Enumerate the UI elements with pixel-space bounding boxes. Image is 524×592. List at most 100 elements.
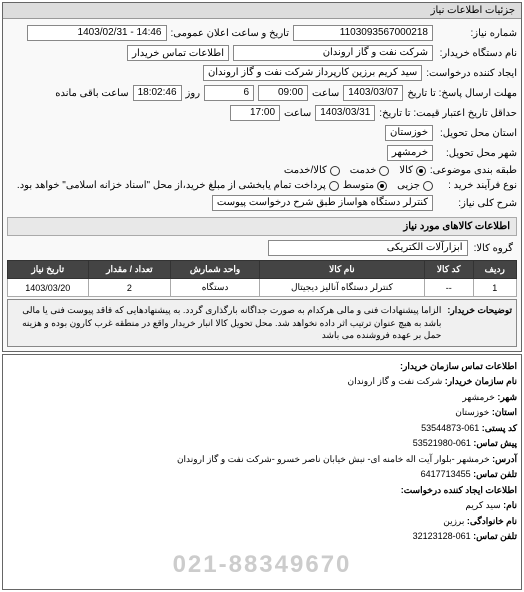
- radio-dot-icon: [377, 181, 387, 191]
- purchase-note-text: پرداخت تمام یابخشی از مبلغ خرید،از محل "…: [17, 180, 326, 191]
- phone-label: پیش تماس:: [473, 438, 517, 448]
- validity-label: حداقل تاریخ اعتبار قیمت: تا تاریخ:: [379, 108, 517, 119]
- deadline-date: 1403/03/07: [343, 85, 403, 101]
- row-deadline: مهلت ارسال پاسخ: تا تاریخ 1403/03/07 ساع…: [7, 83, 517, 103]
- table-header-row: ردیف کد کالا نام کالا واحد شمارش تعداد /…: [8, 261, 517, 279]
- items-section-header: اطلاعات کالاهای مورد نیاز: [7, 217, 517, 236]
- city-value: خرمشهر: [462, 392, 495, 402]
- lastname-value: برزین: [443, 516, 464, 526]
- radio-medium-label: متوسط: [343, 180, 374, 191]
- purchase-note-check: پرداخت تمام یابخشی از مبلغ خرید،از محل "…: [17, 180, 339, 191]
- announce-date-label: تاریخ و ساعت اعلان عمومی:: [171, 28, 290, 39]
- purchase-type-label: نوع فرآیند خرید :: [437, 180, 517, 191]
- validity-time: 17:00: [230, 105, 280, 121]
- row-delivery-city: شهر محل تحویل: خرمشهر: [7, 143, 517, 163]
- purchase-type-radio-group: جزیی متوسط: [343, 180, 433, 191]
- radio-both-label: کالا/خدمت: [284, 165, 327, 176]
- td-qty: 2: [88, 279, 171, 297]
- items-table: ردیف کد کالا نام کالا واحد شمارش تعداد /…: [7, 260, 517, 297]
- row-validity: حداقل تاریخ اعتبار قیمت: تا تاریخ: 1403/…: [7, 103, 517, 123]
- contact-address: آدرس: خرمشهر -بلوار آیت اله خامنه ای- نب…: [7, 452, 517, 468]
- request-no-value: 1103093567000218: [293, 25, 433, 41]
- notes-label: توضیحات خریدار:: [441, 304, 512, 342]
- row-request-no: شماره نیاز: 1103093567000218 تاریخ و ساع…: [7, 23, 517, 43]
- panel-title: جزئیات اطلاعات نیاز: [3, 3, 521, 19]
- buyer-contact-button[interactable]: اطلاعات تماس خریدار: [127, 45, 229, 61]
- row-buyer-org: نام دستگاه خریدار: شرکت نفت و گاز اروندا…: [7, 43, 517, 63]
- day-label: روز: [186, 88, 201, 99]
- row-grouping: طبقه بندی موضوعی: کالا خدمت کالا/خدمت: [7, 163, 517, 178]
- th-row: ردیف: [473, 261, 516, 279]
- contact-org: نام سازمان خریدار: شرکت نفت و گاز اروندا…: [7, 374, 517, 390]
- row-delivery-province: استان محل تحویل: خوزستان: [7, 123, 517, 143]
- radio-dot-icon: [329, 181, 339, 191]
- goods-group-value: ابزارآلات الکتریکی: [268, 240, 468, 256]
- org-name-value: شرکت نفت و گاز اروندان: [347, 376, 442, 386]
- radio-service[interactable]: خدمت: [350, 165, 390, 176]
- row-goods-group: گروه کالا: ابزارآلات الکتریکی: [7, 238, 517, 258]
- delivery-province-label: استان محل تحویل:: [437, 128, 517, 139]
- radio-small[interactable]: جزیی: [397, 180, 433, 191]
- th-name: نام کالا: [259, 261, 424, 279]
- radio-goods-label: کالا: [399, 165, 413, 176]
- table-row: 1 -- کنترلر دستگاه آنالیز دیجیتال دستگاه…: [8, 279, 517, 297]
- td-code: --: [424, 279, 473, 297]
- creator-phone-label: تلفن تماس:: [473, 531, 517, 541]
- lastname-label: نام خانوادگی:: [467, 516, 517, 526]
- grouping-radio-group: کالا خدمت کالا/خدمت: [284, 165, 426, 176]
- th-date: تاریخ نیاز: [8, 261, 89, 279]
- creator-lastname: نام خانوادگی: برزین: [7, 514, 517, 530]
- deadline-time: 09:00: [258, 85, 308, 101]
- th-code: کد کالا: [424, 261, 473, 279]
- province-label: استان:: [492, 407, 517, 417]
- delivery-city-value: خرمشهر: [387, 145, 433, 161]
- province-value: خوزستان: [455, 407, 489, 417]
- creator-phone-value: 061-32123128: [413, 531, 471, 541]
- radio-dot-icon: [330, 166, 340, 176]
- td-name: کنترلر دستگاه آنالیز دیجیتال: [259, 279, 424, 297]
- contact-province: استان: خوزستان: [7, 405, 517, 421]
- radio-both[interactable]: کالا/خدمت: [284, 165, 340, 176]
- city-label: شهر:: [497, 392, 517, 402]
- name-label: نام:: [503, 500, 517, 510]
- td-unit: دستگاه: [171, 279, 260, 297]
- announce-date-value: 14:46 - 1403/02/31: [27, 25, 167, 41]
- days-remaining: 6: [204, 85, 254, 101]
- creator-section-title: اطلاعات ایجاد کننده درخواست:: [7, 483, 517, 499]
- contact-postal: کد پستی: 061-53544873: [7, 421, 517, 437]
- address-label: آدرس:: [492, 454, 517, 464]
- org-name-label: نام سازمان خریدار:: [445, 376, 517, 386]
- buyer-notes: توضیحات خریدار: الزاما پیشنهادات فنی و م…: [7, 299, 517, 347]
- contact-section: اطلاعات تماس سازمان خریدار: نام سازمان خ…: [2, 354, 522, 590]
- radio-dot-icon: [423, 181, 433, 191]
- radio-dot-icon: [379, 166, 389, 176]
- grouping-label: طبقه بندی موضوعی:: [430, 165, 517, 176]
- contact-fax: تلفن تماس: 6417713455: [7, 467, 517, 483]
- general-desc-label: شرح کلی نیاز:: [437, 198, 517, 209]
- creator-phone: تلفن تماس: 061-32123128: [7, 529, 517, 545]
- th-qty: تعداد / مقدار: [88, 261, 171, 279]
- td-date: 1403/03/20: [8, 279, 89, 297]
- creator-name: نام: سید کریم: [7, 498, 517, 514]
- address-value: خرمشهر -بلوار آیت اله خامنه ای- نبش خیاب…: [177, 454, 490, 464]
- time-label-2: ساعت: [284, 108, 311, 119]
- notes-text: الزاما پیشنهادات فنی و مالی هرکدام به صو…: [12, 304, 441, 342]
- postal-value: 061-53544873: [421, 423, 479, 433]
- time-remaining: 18:02:46: [133, 85, 182, 101]
- request-no-label: شماره نیاز:: [437, 28, 517, 39]
- goods-group-label: گروه کالا:: [474, 243, 513, 254]
- radio-goods[interactable]: کالا: [399, 165, 426, 176]
- creator-value: سید کریم برزین کارپرداز شرکت نفت و گاز ا…: [203, 65, 422, 81]
- creator-label: ایجاد کننده درخواست:: [426, 68, 517, 79]
- radio-dot-icon: [416, 166, 426, 176]
- validity-date: 1403/03/31: [315, 105, 375, 121]
- postal-label: کد پستی:: [482, 423, 517, 433]
- name-value: سید کریم: [465, 500, 500, 510]
- time-remaining-label: ساعت باقی مانده: [55, 88, 128, 99]
- row-general-desc: شرح کلی نیاز: کنترلر دستگاه هواساز طبق ش…: [7, 193, 517, 213]
- buyer-org-label: نام دستگاه خریدار:: [437, 48, 517, 59]
- deadline-label: مهلت ارسال پاسخ: تا تاریخ: [407, 88, 517, 99]
- radio-small-label: جزیی: [397, 180, 420, 191]
- general-desc-value: کنترلر دستگاه هواساز طبق شرح درخواست پیو…: [212, 195, 433, 211]
- radio-medium[interactable]: متوسط: [343, 180, 387, 191]
